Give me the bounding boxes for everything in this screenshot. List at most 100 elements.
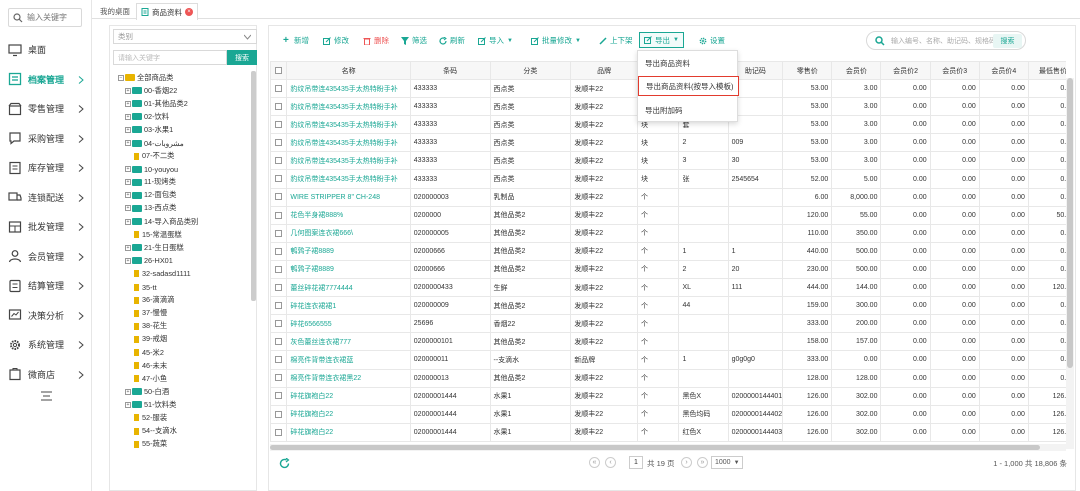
row-checkbox-cell[interactable] — [270, 332, 288, 352]
tree-node[interactable]: +14-导入商品类别 — [110, 215, 250, 228]
row-checkbox-cell[interactable] — [270, 187, 288, 207]
close-tab-icon[interactable]: × — [185, 8, 193, 16]
table-row[interactable]: 鹌鹑子裙8889 02000666 其他品类2 发顺丰22 个 1 1 440.00 500.0… — [270, 241, 1066, 261]
tree-node[interactable]: +51-饮料类 — [110, 398, 250, 411]
table-vertical-scrollbar[interactable] — [1066, 78, 1074, 449]
sidebar-item-shop[interactable]: 微商店 — [0, 360, 92, 390]
tree-node[interactable]: + مشروبات-04 — [110, 136, 250, 149]
column-header[interactable]: 会员价3 — [929, 61, 980, 80]
tree-node[interactable]: +26-HX01 — [110, 254, 250, 267]
goods-name-link[interactable]: 碎花连衣裙裙1 — [286, 296, 411, 316]
tree-node[interactable]: +01-其他品类2 — [110, 97, 250, 110]
tree-node[interactable]: 32-sadasd1111 — [110, 267, 250, 280]
sidebar-item-archive[interactable]: 档案管理 — [0, 65, 92, 95]
tab-home[interactable]: 我的桌面 — [96, 3, 134, 19]
tree-node[interactable]: +10-youyou — [110, 163, 250, 176]
row-checkbox[interactable] — [275, 247, 283, 255]
column-header[interactable]: 名称 — [286, 61, 411, 80]
row-checkbox-cell[interactable] — [270, 296, 288, 316]
expand-toggle-icon[interactable]: + — [125, 244, 131, 251]
table-row[interactable]: 鹌鹑子裙8889 02000666 其他品类2 发顺丰22 个 2 20 230.00 500.… — [270, 259, 1066, 280]
expand-toggle-icon[interactable]: + — [125, 218, 131, 225]
row-checkbox[interactable] — [275, 102, 283, 110]
column-header[interactable]: 零售价 — [782, 61, 833, 80]
tree-node[interactable]: 47-小鱼 — [110, 372, 250, 385]
goods-name-link[interactable]: 豹纹吊带连435435手太热特盼手补 — [286, 115, 411, 135]
sidebar-item-member[interactable]: 会员管理 — [0, 242, 92, 272]
goods-name-link[interactable]: 碎花旗袍白22 — [286, 422, 411, 442]
column-header[interactable]: 分类 — [489, 61, 572, 80]
row-checkbox[interactable] — [275, 302, 283, 309]
category-keyword-input[interactable]: 请输入关键字 — [113, 50, 227, 65]
goods-name-link[interactable]: 豹纹吊带连435435手太热特盼手补 — [286, 151, 411, 171]
row-checkbox-cell[interactable] — [270, 404, 288, 424]
goods-name-link[interactable]: 棉亮件背带连衣裙黑22 — [286, 368, 411, 388]
row-checkbox[interactable] — [275, 139, 283, 147]
row-checkbox-cell[interactable] — [270, 115, 288, 135]
batch-edit-button[interactable]: 批量修改 ▼ — [531, 34, 581, 47]
tree-node[interactable]: +12-面包类 — [110, 189, 250, 202]
row-checkbox-cell[interactable] — [270, 223, 288, 243]
last-page-button[interactable]: » — [697, 457, 708, 468]
select-all-checkbox-cell[interactable] — [270, 61, 288, 80]
row-checkbox[interactable] — [275, 320, 283, 328]
row-checkbox-cell[interactable] — [270, 386, 288, 406]
column-header[interactable]: 最低售价 — [1027, 61, 1066, 80]
goods-name-link[interactable]: 棉亮件背带连衣裙蓝 — [286, 350, 411, 370]
tree-node[interactable]: 45-米2 — [110, 346, 250, 359]
tree-node[interactable]: − 全部商品类 — [110, 71, 250, 84]
filter-button[interactable]: 筛选 — [401, 34, 427, 47]
tree-node[interactable]: 46-未末 — [110, 359, 250, 372]
row-checkbox[interactable] — [275, 283, 283, 291]
goods-name-link[interactable]: 几何图案连衣裙666\ — [286, 223, 411, 243]
tree-node[interactable]: 55-蔬菜 — [110, 438, 250, 451]
goods-name-link[interactable]: 碎花旗袍白22 — [286, 386, 411, 406]
goods-name-link[interactable]: WIRE STRIPPER 8" CH-248 — [286, 187, 411, 207]
row-checkbox-cell[interactable] — [270, 205, 288, 225]
table-row[interactable]: 碎花旗袍白22 02000001444 水果1 发顺丰22 个红色X 0200000144… — [270, 422, 1066, 442]
tree-node[interactable]: +13-西点类 — [110, 202, 250, 215]
row-checkbox-cell[interactable] — [270, 314, 288, 334]
row-checkbox[interactable] — [275, 157, 283, 165]
column-header[interactable]: 品牌 — [570, 61, 638, 80]
table-row[interactable]: WIRE STRIPPER 8" CH-248 020000003 乳制品 发顺丰22… — [270, 187, 1066, 207]
goods-search-button[interactable]: 搜索 — [993, 34, 1022, 48]
sidebar-item-wholesale[interactable]: 批发管理 — [0, 212, 92, 242]
goods-name-link[interactable]: 蕾丝碎花裙7774444 — [286, 278, 411, 298]
row-checkbox-cell[interactable] — [270, 241, 288, 261]
edit-button[interactable]: 修改 — [323, 34, 349, 47]
sidebar-item-delivery[interactable]: 连锁配送 — [0, 183, 92, 213]
row-checkbox-cell[interactable] — [270, 350, 288, 370]
tree-node[interactable]: 38-花生 — [110, 320, 250, 333]
goods-name-link[interactable]: 碎花旗袍白22 — [286, 404, 411, 424]
table-row[interactable]: 豹纹吊带连435435手太热特盼手补 433333 西点类 发顺丰22 块 2 009 53.… — [270, 133, 1066, 153]
tree-node[interactable]: +00-香烟22 — [110, 84, 250, 97]
goods-name-link[interactable]: 豹纹吊带连435435手太热特盼手补 — [286, 169, 411, 189]
collapse-toggle-icon[interactable]: − — [118, 74, 124, 81]
row-checkbox[interactable] — [275, 374, 283, 382]
expand-toggle-icon[interactable]: + — [125, 401, 131, 408]
sidebar-item-analysis[interactable]: 决策分析 — [0, 301, 92, 331]
export-menu-item[interactable]: 导出附加码 — [638, 100, 739, 120]
table-row[interactable]: 棉亮件背带连衣裙黑22 020000013 其他品类2 发顺丰22 个 128.00 128… — [270, 368, 1066, 388]
row-checkbox[interactable] — [275, 193, 283, 201]
row-checkbox-cell[interactable] — [270, 151, 288, 171]
table-row[interactable]: 碎花6566555 25696 香烟22 发顺丰22 个 333.00 200.00 0.00… — [270, 314, 1066, 334]
row-checkbox[interactable] — [275, 392, 283, 400]
expand-toggle-icon[interactable]: + — [125, 126, 131, 133]
row-checkbox[interactable] — [275, 410, 283, 418]
first-page-button[interactable]: « — [589, 457, 600, 468]
sidebar-item-purchase[interactable]: 采购管理 — [0, 124, 92, 154]
row-checkbox-cell[interactable] — [270, 78, 288, 99]
add-button[interactable]: + 新增 — [283, 34, 309, 47]
tab-goods[interactable]: 商品资料 × — [136, 3, 198, 20]
goods-name-link[interactable]: 鹌鹑子裙8889 — [286, 241, 411, 261]
export-menu-item[interactable]: 导出商品资料 — [638, 53, 739, 73]
sidebar-item-monitor[interactable]: 桌面 — [0, 35, 92, 65]
tree-node[interactable]: 35-tt — [110, 281, 250, 294]
table-row[interactable]: 碎花连衣裙裙1 020000009 其他品类2 发顺丰22 个 44 159.00 300.0… — [270, 296, 1066, 316]
table-row[interactable]: 豹纹吊带连435435手太热特盼手补 433333 西点类 发顺丰22 块张 254565… — [270, 169, 1066, 189]
menu-collapse-icon[interactable] — [41, 391, 52, 401]
column-header[interactable]: 会员价 — [831, 61, 882, 80]
goods-name-link[interactable]: 花色半身裙888% — [286, 205, 411, 225]
